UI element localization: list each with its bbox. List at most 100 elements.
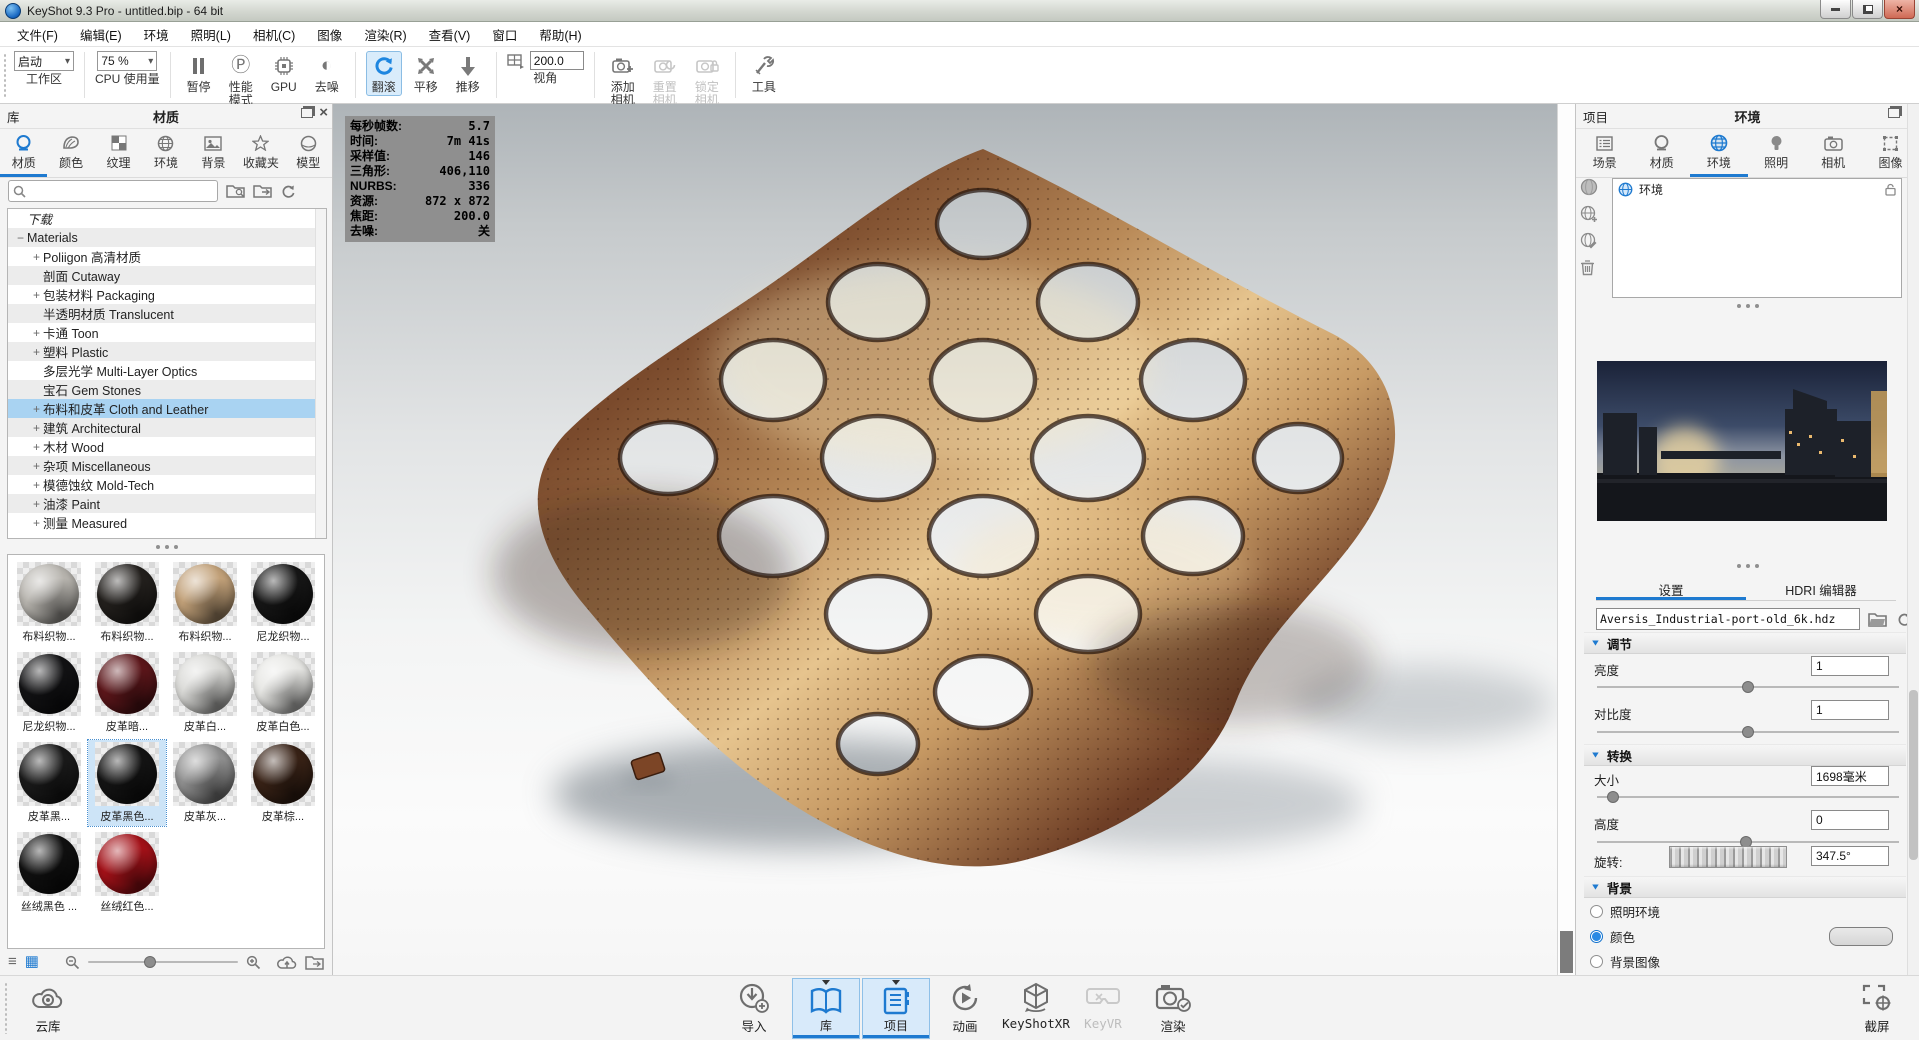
toolbar-drag-handle[interactable] [3,53,8,97]
performance-mode-button[interactable]: Ⓟ 性能模式 [223,51,259,109]
contrast-slider[interactable] [1597,731,1899,733]
render-button[interactable]: 渲染 [1148,980,1198,1035]
menu-view[interactable]: 查看(V) [418,22,482,47]
panel-splitter[interactable] [1576,564,1919,568]
tree-item[interactable]: +卡通 Toon [8,323,326,342]
search-field[interactable] [26,183,190,199]
material-thumb[interactable]: 皮革灰... [166,740,244,826]
tab-textures[interactable]: 纹理 [95,129,142,177]
radio-lighting-environment[interactable]: 照明环境 [1590,902,1660,921]
tree-item[interactable]: +模德蚀纹 Mold-Tech [8,475,326,494]
cloud-upload-icon[interactable] [277,955,297,970]
tumble-button[interactable]: 翻滚 [366,51,402,96]
background-color-swatch[interactable] [1829,927,1893,946]
viewport-scrollbar[interactable] [1557,104,1575,975]
import-button[interactable]: 导入 [729,980,779,1035]
tree-item[interactable]: 宝石 Gem Stones [8,380,326,399]
denoise-button[interactable]: ◐ 去噪 [309,51,345,96]
rotation-scrubber[interactable] [1669,846,1787,868]
material-thumb[interactable]: 皮革白... [166,650,244,736]
dolly-button[interactable]: 推移 [450,51,486,96]
menu-render[interactable]: 渲染(R) [353,22,417,47]
material-thumb[interactable]: 尼龙织物... [10,650,88,736]
menu-environment[interactable]: 环境 [133,22,180,47]
tree-item[interactable]: +塑料 Plastic [8,342,326,361]
tree-item[interactable]: +包装材料 Packaging [8,285,326,304]
menu-file[interactable]: 文件(F) [6,22,69,47]
pan-button[interactable]: 平移 [408,51,444,96]
environment-sphere-icon[interactable] [1580,178,1598,196]
tree-item[interactable]: +测量 Measured [8,513,326,532]
folder-search-icon[interactable] [226,183,246,199]
trash-icon[interactable] [1580,259,1598,276]
render-viewport[interactable]: 每秒帧数:5.7 时间:7m 41s 采样值:146 三角形:406,110 N… [333,104,1557,975]
animation-button[interactable]: 动画 [941,980,989,1035]
brightness-slider[interactable] [1597,686,1899,688]
hdri-filename-input[interactable]: Aversis_Industrial-port-old_6k.hdz [1596,608,1860,630]
material-thumb[interactable]: 皮革棕... [244,740,322,826]
material-thumb[interactable]: 布料织物... [10,560,88,646]
height-slider[interactable] [1597,841,1899,843]
tab-materials[interactable]: 材质 [0,129,47,177]
tree-item[interactable]: +杂项 Miscellaneous [8,456,326,475]
height-input[interactable]: 0 [1811,810,1889,830]
tree-item[interactable]: 下载 [8,209,326,228]
pause-button[interactable]: 暂停 [181,51,217,96]
project-dock-button[interactable]: 项目 [862,978,930,1039]
tools-button[interactable]: 工具 [746,51,782,96]
tab-environments[interactable]: 环境 [142,129,189,177]
lock-camera-button[interactable]: 锁定相机 [689,51,725,109]
tab-favorites[interactable]: 收藏夹 [237,129,284,177]
lock-icon[interactable] [1885,183,1896,196]
rotation-input[interactable]: 347.5° [1811,846,1889,866]
menu-edit[interactable]: 编辑(E) [69,22,133,47]
add-camera-button[interactable]: 添加相机 [605,51,641,109]
tab-camera[interactable]: 相机 [1805,129,1862,177]
material-thumb[interactable]: 丝绒黑色 ... [10,830,88,916]
section-background[interactable]: ▼ 背景 [1584,876,1906,898]
screenshot-button[interactable]: 截屏 [1851,980,1903,1035]
thumbnail-size-slider[interactable] [88,961,238,963]
brightness-input[interactable]: 1 [1811,656,1889,676]
tab-scene[interactable]: 场景 [1576,129,1633,177]
tree-item[interactable]: +Poliigon 高清材质 [8,247,326,266]
tab-hdri-editor[interactable]: HDRI 编辑器 [1746,578,1896,600]
menu-window[interactable]: 窗口 [481,22,528,47]
tree-item[interactable]: 剖面 Cutaway [8,266,326,285]
size-slider[interactable] [1597,796,1899,798]
tab-lighting[interactable]: 照明 [1748,129,1805,177]
material-thumb-selected[interactable]: 皮革黑色... [88,740,166,826]
restore-button[interactable] [1852,0,1883,19]
material-thumb[interactable]: 皮革黑... [10,740,88,826]
tree-item-selected[interactable]: +布料和皮革 Cloth and Leather [8,399,326,418]
globe-add-icon[interactable] [1580,205,1598,223]
menu-camera[interactable]: 相机(C) [242,22,306,47]
float-panel-icon[interactable] [1888,108,1900,118]
tab-environment[interactable]: 环境 [1690,129,1747,177]
gpu-button[interactable]: GPU [265,51,303,96]
tab-backplates[interactable]: 背景 [190,129,237,177]
keyshotxr-button[interactable]: KeyShotXR [996,980,1076,1031]
viewport-scrollbar-thumb[interactable] [1560,931,1573,973]
tree-scrollbar[interactable] [315,209,326,538]
folder-export-icon[interactable] [305,955,325,970]
material-thumb[interactable]: 皮革白色... [244,650,322,736]
refresh-icon[interactable] [280,183,296,199]
close-button[interactable]: × [1884,0,1915,19]
environment-list-item[interactable]: 环境 [1613,179,1901,200]
reset-camera-button[interactable]: 重置相机 [647,51,683,109]
contrast-input[interactable]: 1 [1811,700,1889,720]
close-panel-icon[interactable]: × [319,107,328,119]
menu-image[interactable]: 图像 [306,22,353,47]
material-thumb[interactable]: 皮革暗... [88,650,166,736]
fov-value-input[interactable]: 200.0 [530,51,584,70]
list-view-icon[interactable]: ≡ [8,954,17,970]
search-input[interactable] [8,180,218,202]
radio-backplate-image[interactable]: 背景图像 [1590,952,1660,971]
project-scrollbar-thumb[interactable] [1909,690,1918,860]
radio-color[interactable]: 颜色 [1590,927,1635,946]
zoom-in-icon[interactable] [246,955,261,970]
open-folder-icon[interactable] [1868,612,1888,627]
keyvr-button[interactable]: KeyVR [1072,980,1134,1031]
menu-lighting[interactable]: 照明(L) [180,22,242,47]
